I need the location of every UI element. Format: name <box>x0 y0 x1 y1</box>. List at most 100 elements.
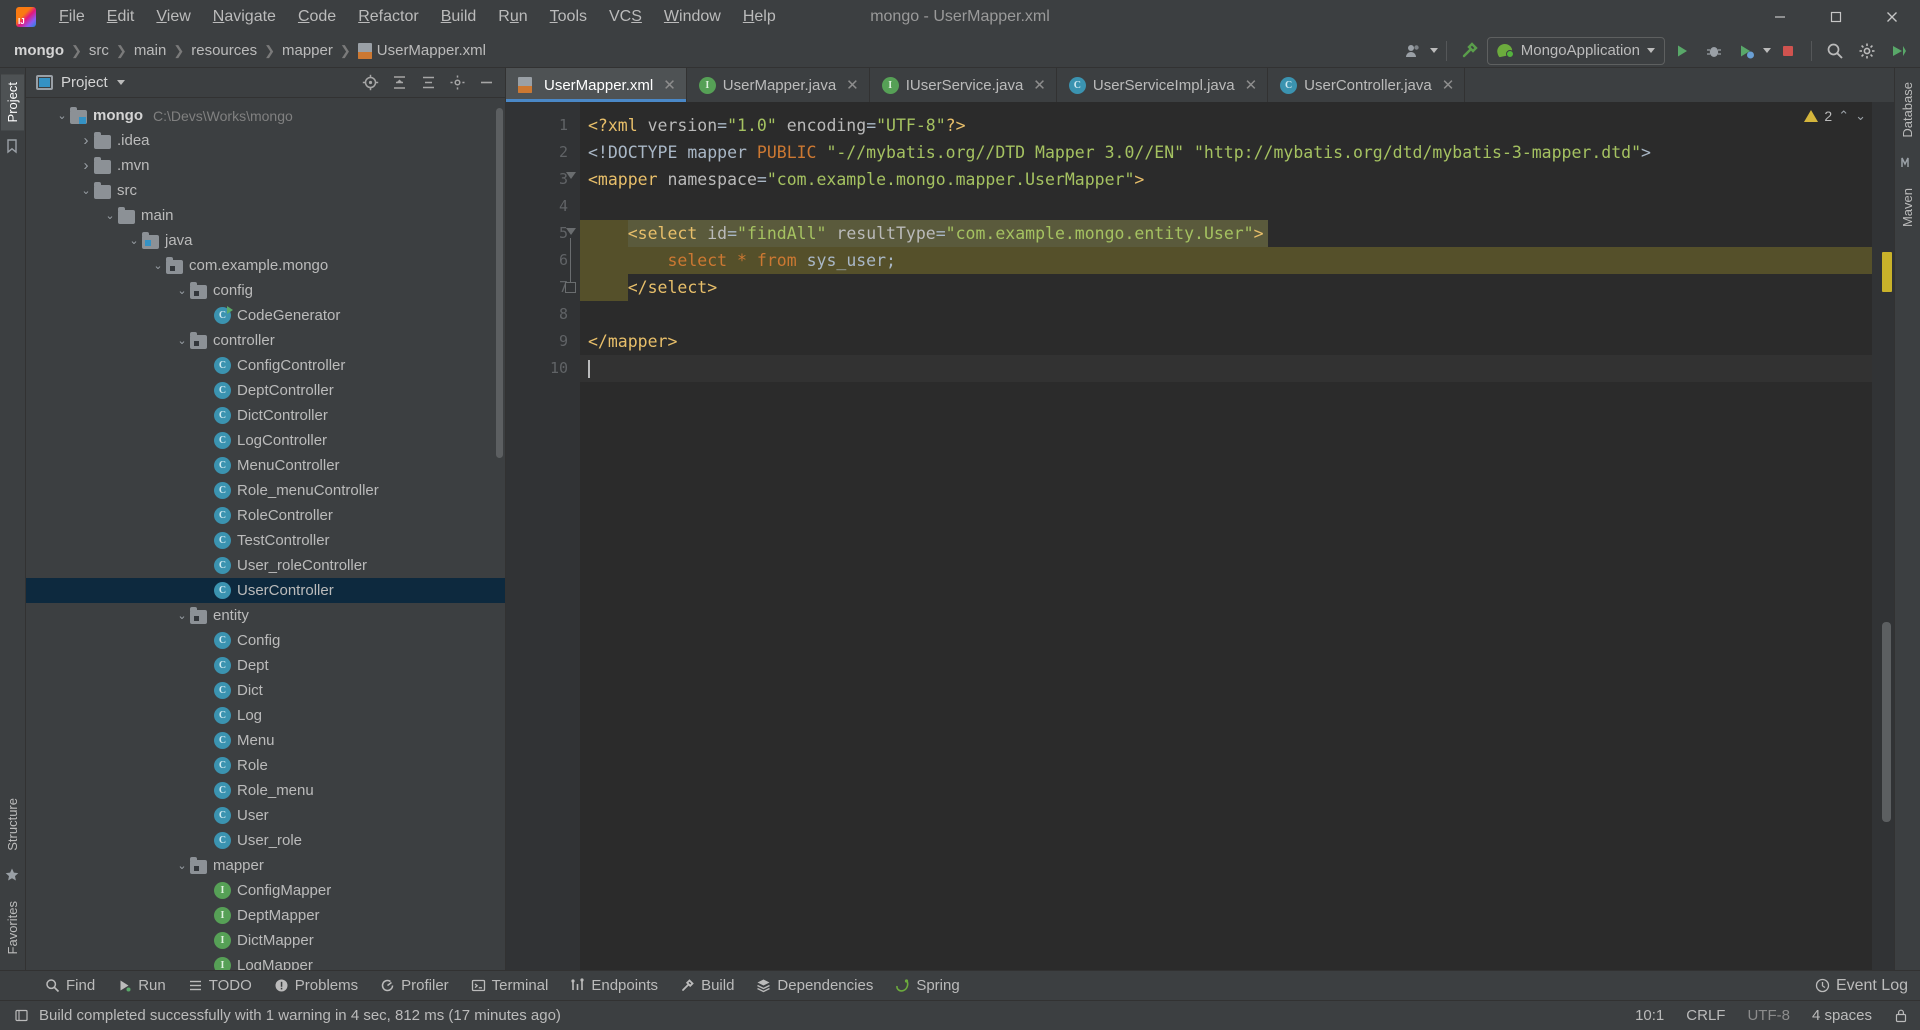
rail-tab-favorites[interactable]: Favorites <box>1 893 24 962</box>
maven-icon[interactable] <box>1899 154 1917 172</box>
tree-node-user[interactable]: C User <box>26 803 505 828</box>
tree-node-src[interactable]: ⌄ src <box>26 178 505 203</box>
editor-line-number-gutter[interactable]: 1 2 3 4 5 6 7 8 9 10 <box>506 102 580 970</box>
chevron-down-icon[interactable]: ⌄ <box>78 183 94 199</box>
rail-tab-project[interactable]: Project <box>1 74 24 131</box>
fold-marker-select[interactable] <box>566 228 576 235</box>
tree-node-role-menu[interactable]: C Role_menu <box>26 778 505 803</box>
tree-node-mongo[interactable]: ⌄ mongo C:\Devs\Works\mongo <box>26 103 505 128</box>
editor-scrollbar[interactable] <box>1882 622 1891 822</box>
inspection-widget[interactable]: 2 ⌃ ⌄ <box>1804 108 1866 124</box>
menu-edit[interactable]: Edit <box>96 4 146 30</box>
tree-node-dictcontroller[interactable]: C DictController <box>26 403 505 428</box>
menu-refactor[interactable]: Refactor <box>347 4 429 30</box>
editor-marker-gutter[interactable] <box>1872 102 1894 970</box>
bottom-tab-profiler[interactable]: Profiler <box>369 973 460 998</box>
bottom-tab-terminal[interactable]: Terminal <box>460 973 560 998</box>
close-icon[interactable]: ✕ <box>1442 76 1455 94</box>
tree-node-java[interactable]: ⌄ java <box>26 228 505 253</box>
menu-help[interactable]: Help <box>732 4 787 30</box>
menu-view[interactable]: View <box>145 4 201 30</box>
editor-tab-usercontroller-java[interactable]: C UserController.java ✕ <box>1268 68 1466 102</box>
more-run-options-caret-icon[interactable] <box>1763 48 1771 53</box>
code-line-3[interactable]: <mapper namespace="com.example.mongo.map… <box>580 166 1872 193</box>
code-line-6[interactable]: select * from sys_user; <box>580 247 1872 274</box>
collapse-all-icon[interactable] <box>386 71 412 95</box>
breadcrumb-mapper[interactable]: mapper <box>282 42 333 59</box>
editor-tab-usermapper-xml[interactable]: UserMapper.xml ✕ <box>506 68 687 102</box>
tree-node-role[interactable]: C Role <box>26 753 505 778</box>
menu-run[interactable]: Run <box>487 4 538 30</box>
close-button[interactable] <box>1864 0 1920 34</box>
rail-tab-structure[interactable]: Structure <box>1 790 24 859</box>
tree-node-configcontroller[interactable]: C ConfigController <box>26 353 505 378</box>
search-everywhere-icon[interactable] <box>1820 37 1850 65</box>
tree-node-log[interactable]: C Log <box>26 703 505 728</box>
code-line-10[interactable] <box>580 355 1872 382</box>
bottom-tab-spring[interactable]: Spring <box>884 973 970 998</box>
coverage-icon[interactable] <box>1731 37 1761 65</box>
chevron-down-icon[interactable]: ⌄ <box>102 208 118 224</box>
fold-end-marker[interactable] <box>565 282 576 293</box>
close-icon[interactable]: ✕ <box>663 76 676 94</box>
tree-node-com-example-mongo[interactable]: ⌄ com.example.mongo <box>26 253 505 278</box>
hide-panel-icon[interactable] <box>473 71 499 95</box>
project-tree-scrollbar[interactable] <box>496 108 503 458</box>
tree-node-menu[interactable]: C Menu <box>26 728 505 753</box>
tree-node-codegenerator[interactable]: C CodeGenerator <box>26 303 505 328</box>
tree-node-logmapper[interactable]: I LogMapper <box>26 953 505 970</box>
debug-icon[interactable] <box>1699 37 1729 65</box>
code-line-8[interactable] <box>580 301 1872 328</box>
chevron-down-icon[interactable]: ⌄ <box>174 283 190 299</box>
maximize-button[interactable] <box>1808 0 1864 34</box>
code-line-5[interactable]: <select id="findAll" resultType="com.exa… <box>580 220 1872 247</box>
tree-node-user-rolecontroller[interactable]: C User_roleController <box>26 553 505 578</box>
chevron-down-icon[interactable]: ⌄ <box>150 258 166 274</box>
menu-code[interactable]: Code <box>287 4 347 30</box>
close-icon[interactable]: ✕ <box>1245 76 1258 94</box>
tree-node-idea[interactable]: › .idea <box>26 128 505 153</box>
chevron-down-icon[interactable]: ⌄ <box>174 333 190 349</box>
menu-vcs[interactable]: VCS <box>598 4 653 30</box>
editor-tab-userserviceimpl-java[interactable]: C UserServiceImpl.java ✕ <box>1057 68 1269 102</box>
bottom-tab-todo[interactable]: TODO <box>177 973 263 998</box>
code-line-1[interactable]: <?xml version="1.0" encoding="UTF-8"?> <box>580 112 1872 139</box>
tree-node-controller[interactable]: ⌄ controller <box>26 328 505 353</box>
code-line-4[interactable] <box>580 193 1872 220</box>
chevron-right-icon[interactable]: › <box>78 157 94 174</box>
editor-tab-iuserservice-java[interactable]: I IUserService.java ✕ <box>870 68 1057 102</box>
tree-node-testcontroller[interactable]: C TestController <box>26 528 505 553</box>
menu-build[interactable]: Build <box>430 4 488 30</box>
close-icon[interactable]: ✕ <box>846 76 859 94</box>
editor-code-content[interactable]: <?xml version="1.0" encoding="UTF-8"?> <!… <box>580 102 1872 970</box>
code-line-2[interactable]: <!DOCTYPE mapper PUBLIC "-//mybatis.org/… <box>580 139 1872 166</box>
file-encoding[interactable]: UTF-8 <box>1747 1007 1790 1024</box>
fold-marker-mapper[interactable] <box>566 172 576 179</box>
bottom-tab-endpoints[interactable]: Endpoints <box>559 973 669 998</box>
stop-icon[interactable] <box>1773 37 1803 65</box>
tree-node-main[interactable]: ⌄ main <box>26 203 505 228</box>
indent-setting[interactable]: 4 spaces <box>1812 1007 1872 1024</box>
caret-position[interactable]: 10:1 <box>1635 1007 1664 1024</box>
chevron-down-icon[interactable]: ⌄ <box>54 108 70 124</box>
chevron-right-icon[interactable]: › <box>78 132 94 149</box>
tree-node-logcontroller[interactable]: C LogController <box>26 428 505 453</box>
warning-marker[interactable] <box>1882 252 1892 292</box>
user-dropdown-caret-icon[interactable] <box>1429 48 1438 53</box>
expand-all-icon[interactable] <box>415 71 441 95</box>
bottom-tab-run[interactable]: Run <box>106 973 177 998</box>
breadcrumb-mongo[interactable]: mongo <box>14 42 64 59</box>
settings-icon[interactable] <box>1852 37 1882 65</box>
line-separator[interactable]: CRLF <box>1686 1007 1725 1024</box>
updates-icon[interactable] <box>1884 37 1914 65</box>
tree-node-config[interactable]: ⌄ config <box>26 278 505 303</box>
bottom-tab-find[interactable]: Find <box>34 973 106 998</box>
close-icon[interactable]: ✕ <box>1033 76 1046 94</box>
tree-node-entity[interactable]: ⌄ entity <box>26 603 505 628</box>
breadcrumb-main[interactable]: main <box>134 42 167 59</box>
minimize-button[interactable] <box>1752 0 1808 34</box>
tree-node-user-role[interactable]: C User_role <box>26 828 505 853</box>
rail-tab-maven[interactable]: Maven <box>1896 180 1919 235</box>
settings-icon[interactable] <box>444 71 470 95</box>
chevron-down-icon[interactable]: ⌄ <box>174 858 190 874</box>
